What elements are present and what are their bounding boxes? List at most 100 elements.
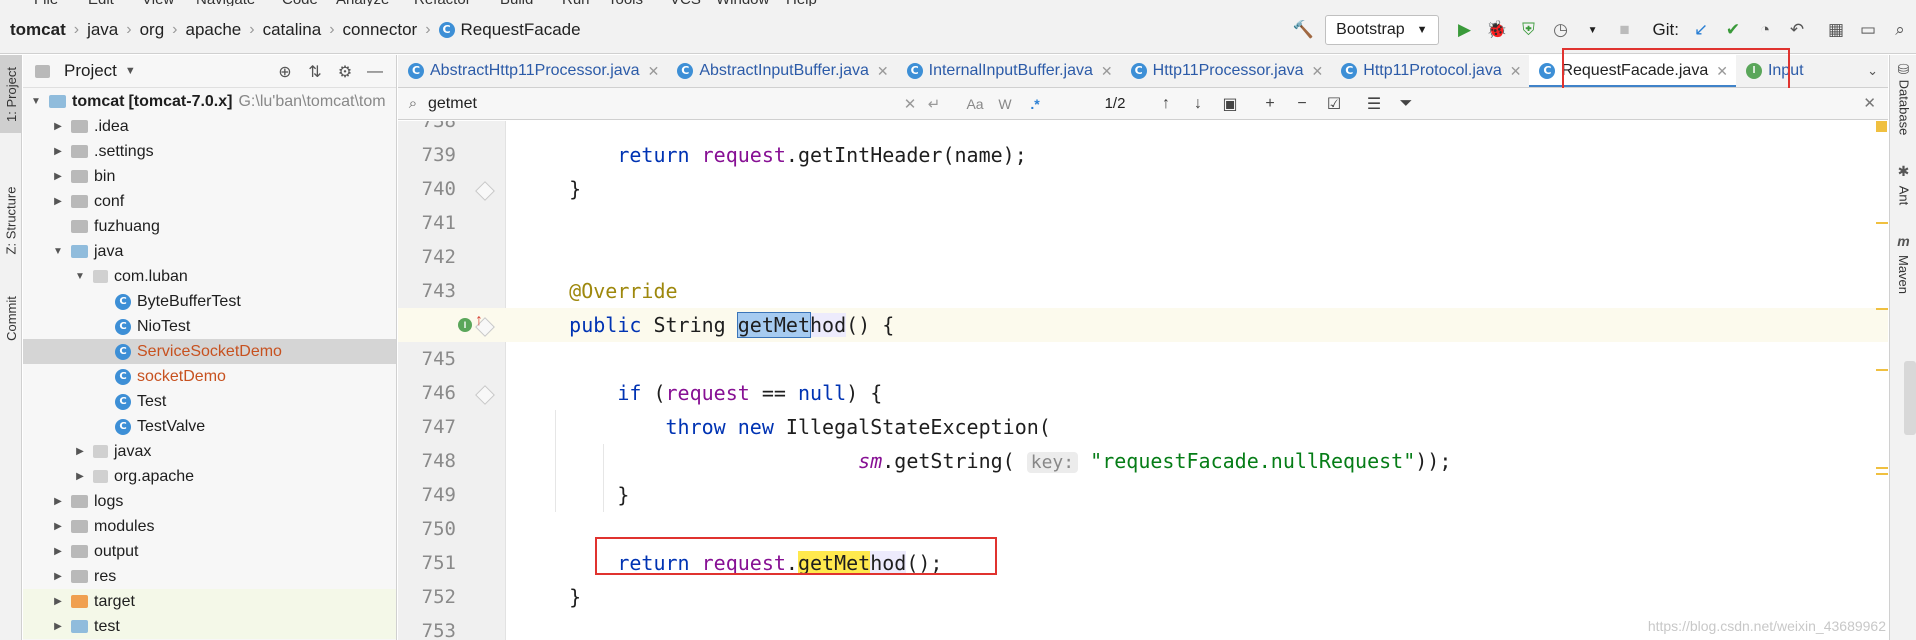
- breadcrumb-item-current[interactable]: RequestFacade: [461, 20, 581, 40]
- occurrence-mark[interactable]: [1876, 222, 1888, 224]
- close-tab-icon[interactable]: ✕: [1510, 63, 1522, 80]
- tree-item[interactable]: ▶ org.apache: [23, 464, 396, 489]
- git-commit-icon[interactable]: ✔: [1718, 15, 1748, 45]
- tree-item[interactable]: C TestValve: [23, 414, 396, 439]
- collapse-arrow-icon[interactable]: ▶: [51, 146, 65, 157]
- code-line[interactable]: [398, 206, 1888, 240]
- tool-tab-database[interactable]: ⛁ Database: [1890, 61, 1916, 135]
- tree-item[interactable]: ▶ javax: [23, 439, 396, 464]
- collapse-arrow-icon[interactable]: ▶: [51, 546, 65, 557]
- code-line[interactable]: return request.getIntHeader(name); retur…: [398, 138, 1888, 172]
- whole-words-toggle[interactable]: W: [990, 96, 1020, 112]
- chevron-down-icon[interactable]: ⌄: [1867, 63, 1878, 79]
- next-occurrence-icon[interactable]: ↓: [1182, 95, 1214, 113]
- code-line[interactable]: public String getMethod() { public Strin…: [398, 308, 1888, 342]
- tree-item[interactable]: ▶ output: [23, 539, 396, 564]
- tree-item[interactable]: C ByteBufferTest: [23, 289, 396, 314]
- close-tab-icon[interactable]: ✕: [877, 63, 889, 80]
- git-history-icon[interactable]: ◔: [1750, 15, 1780, 45]
- tree-item[interactable]: ▶ conf: [23, 189, 396, 214]
- close-tab-icon[interactable]: ✕: [648, 63, 660, 80]
- search-everywhere-icon[interactable]: ⌕: [1885, 15, 1915, 45]
- collapse-arrow-icon[interactable]: ▶: [51, 121, 65, 132]
- tree-item[interactable]: C ServiceSocketDemo: [23, 339, 396, 364]
- occurrence-mark[interactable]: [1876, 467, 1888, 469]
- code-line[interactable]: } }: [398, 580, 1888, 614]
- code-line[interactable]: [398, 240, 1888, 274]
- minimize-icon[interactable]: —: [360, 63, 390, 81]
- code-line[interactable]: throw new IllegalStateException( throw n…: [398, 410, 1888, 444]
- collapse-arrow-icon[interactable]: ▶: [51, 596, 65, 607]
- close-tab-icon[interactable]: ✕: [1101, 63, 1113, 80]
- tree-item[interactable]: ▼ com.luban: [23, 264, 396, 289]
- tool-tab-maven[interactable]: m Maven: [1890, 233, 1916, 294]
- tree-item[interactable]: ▶ test: [23, 614, 396, 639]
- code-line[interactable]: } }: [398, 172, 1888, 206]
- collapse-arrow-icon[interactable]: ▶: [51, 521, 65, 532]
- run-icon[interactable]: ▶: [1450, 15, 1480, 45]
- select-all-icon[interactable]: ☑: [1318, 94, 1350, 114]
- chevron-down-icon[interactable]: ▼: [125, 65, 136, 77]
- regex-toggle[interactable]: .*: [1020, 96, 1050, 112]
- occurrence-mark[interactable]: [1876, 369, 1888, 371]
- search-input[interactable]: [428, 94, 898, 113]
- tree-item[interactable]: ▶ .settings: [23, 139, 396, 164]
- collapse-arrow-icon[interactable]: ▶: [51, 571, 65, 582]
- tree-item[interactable]: C Test: [23, 389, 396, 414]
- code-line[interactable]: sm.getString( key: "requestFacade.nullRe…: [398, 444, 1888, 478]
- override-arrow-icon[interactable]: ↑: [475, 312, 483, 330]
- tree-item[interactable]: ▼ tomcat [tomcat-7.0.x] G:\lu'ban\tomcat\to…: [23, 89, 396, 114]
- run-configuration-select[interactable]: Bootstrap ▼: [1325, 15, 1439, 45]
- tree-item[interactable]: ▶ res: [23, 564, 396, 589]
- collapse-arrow-icon[interactable]: ▶: [51, 621, 65, 632]
- new-line-icon[interactable]: ↵: [922, 95, 946, 113]
- previous-occurrence-icon[interactable]: ↑: [1150, 95, 1182, 113]
- add-occurrence-icon[interactable]: +: [1254, 95, 1286, 113]
- code-line[interactable]: } }: [398, 478, 1888, 512]
- tree-item[interactable]: ▼ java: [23, 239, 396, 264]
- tree-item[interactable]: fuzhuang: [23, 214, 396, 239]
- stop-icon[interactable]: ■: [1610, 15, 1640, 45]
- tree-item[interactable]: C NioTest: [23, 314, 396, 339]
- editor-tab[interactable]: C Http11Processor.java ✕: [1121, 55, 1332, 87]
- rollback-icon[interactable]: ↶: [1782, 15, 1812, 45]
- in-selection-icon[interactable]: ☰: [1358, 94, 1390, 114]
- code-line[interactable]: [398, 121, 1888, 138]
- collapse-arrow-icon[interactable]: ▶: [73, 446, 87, 457]
- collapse-arrow-icon[interactable]: ▶: [51, 196, 65, 207]
- locate-file-icon[interactable]: ⊕: [270, 62, 300, 82]
- memory-indicator[interactable]: [1904, 361, 1916, 435]
- tree-item[interactable]: ▶ logs: [23, 489, 396, 514]
- expand-arrow-icon[interactable]: ▼: [51, 246, 65, 257]
- breadcrumb-item[interactable]: org: [140, 20, 165, 40]
- project-structure-icon[interactable]: ▦: [1821, 15, 1851, 45]
- collapse-arrow-icon[interactable]: ▶: [51, 496, 65, 507]
- git-update-icon[interactable]: ↙: [1686, 15, 1716, 45]
- editor-tab[interactable]: C AbstractInputBuffer.java ✕: [667, 55, 896, 87]
- code-line[interactable]: [398, 342, 1888, 376]
- debug-icon[interactable]: 🐞: [1482, 15, 1512, 45]
- occurrence-mark[interactable]: [1876, 473, 1888, 475]
- editor-tab[interactable]: C AbstractHttp11Processor.java ✕: [398, 55, 667, 87]
- expand-arrow-icon[interactable]: ▼: [73, 271, 87, 282]
- code-line[interactable]: @Override @Override: [398, 274, 1888, 308]
- tool-tab-project[interactable]: 1: Project: [0, 55, 22, 133]
- presentation-icon[interactable]: ▭: [1853, 15, 1883, 45]
- tree-item[interactable]: ▶ modules: [23, 514, 396, 539]
- code-line[interactable]: if (request == null) { if (request == nu…: [398, 376, 1888, 410]
- tree-item[interactable]: CsocketDemo: [23, 364, 396, 389]
- filter-icon[interactable]: ⏷: [1390, 95, 1422, 113]
- editor-tab[interactable]: C Http11Protocol.java ✕: [1331, 55, 1529, 87]
- tree-item[interactable]: ▶ target: [23, 589, 396, 614]
- occurrence-mark[interactable]: [1876, 308, 1888, 310]
- tree-item[interactable]: ▶ .idea: [23, 114, 396, 139]
- close-icon[interactable]: ✕: [1863, 94, 1876, 112]
- implements-method-icon[interactable]: I: [458, 318, 472, 332]
- remove-occurrence-icon[interactable]: −: [1286, 95, 1318, 113]
- editor-scrollbar[interactable]: [1876, 121, 1888, 640]
- select-all-occurrences-icon[interactable]: ▣: [1214, 94, 1246, 114]
- build-hammer-icon[interactable]: 🔨: [1288, 15, 1318, 45]
- inspection-status-icon[interactable]: [1876, 121, 1887, 132]
- breadcrumb-item[interactable]: apache: [185, 20, 241, 40]
- expand-arrow-icon[interactable]: ▼: [29, 96, 43, 107]
